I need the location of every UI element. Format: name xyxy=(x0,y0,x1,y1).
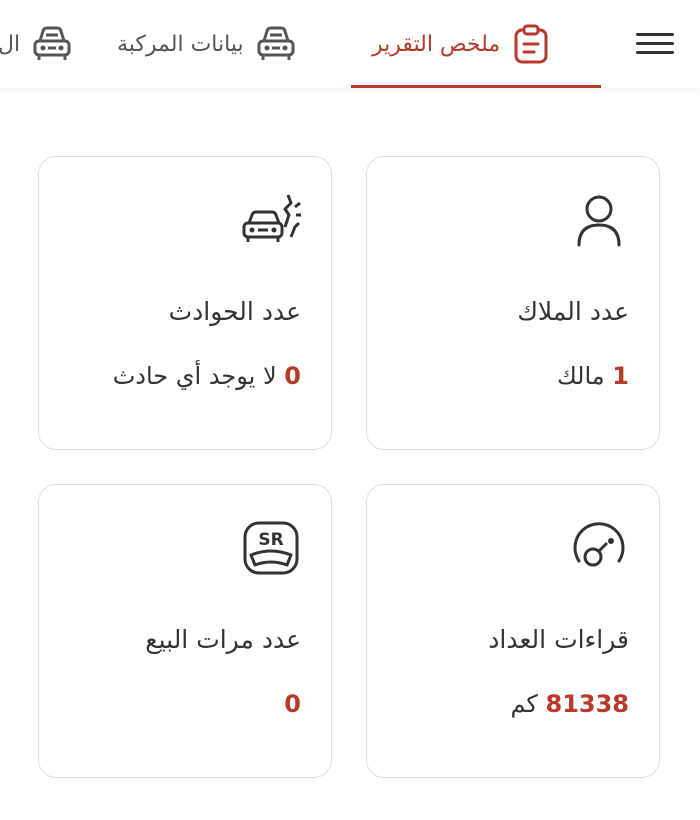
odometer-label: قراءات العداد xyxy=(488,625,629,654)
tab-label: ملخص التقرير xyxy=(372,31,501,57)
car-icon xyxy=(257,26,295,60)
tab-report-summary[interactable]: ملخص التقرير xyxy=(372,0,550,88)
odometer-icon xyxy=(573,522,625,567)
odometer-reading: 81338 xyxy=(545,690,630,718)
tab-label: بيانات المركبة xyxy=(117,31,244,57)
person-icon xyxy=(577,195,621,247)
sales-card: SR عدد مرات البيع 0 xyxy=(38,484,332,778)
accidents-count: 0 xyxy=(284,362,301,390)
tab-partial[interactable]: ال xyxy=(0,0,72,88)
owners-card: عدد الملاك 1 مالك xyxy=(366,156,660,450)
owners-label: عدد الملاك xyxy=(517,297,629,326)
odometer-card: قراءات العداد 81338 كم xyxy=(366,484,660,778)
accidents-label: عدد الحوادث xyxy=(168,297,301,326)
tab-label: ال xyxy=(0,31,21,57)
accidents-value: 0 لا يوجد أي حادث xyxy=(113,362,301,390)
active-tab-indicator xyxy=(351,85,601,88)
clipboard-icon xyxy=(514,24,548,64)
sales-label: عدد مرات البيع xyxy=(145,625,301,654)
tab-vehicle-data[interactable]: بيانات المركبة xyxy=(117,0,296,88)
odometer-unit: كم xyxy=(510,690,538,718)
accidents-card: عدد الحوادث 0 لا يوجد أي حادث xyxy=(38,156,332,450)
owners-suffix: مالك xyxy=(556,362,605,390)
sr-badge-text: SR xyxy=(258,530,283,550)
sr-badge-icon: SR xyxy=(243,521,299,575)
accidents-suffix: لا يوجد أي حادث xyxy=(112,362,277,390)
owners-count: 1 xyxy=(612,362,629,390)
car-crash-icon xyxy=(242,194,301,242)
top-navigation-bar: ملخص التقرير بيانات المركبة ال xyxy=(0,0,700,88)
odometer-value: 81338 كم xyxy=(510,690,629,718)
hamburger-menu-icon[interactable] xyxy=(636,30,674,58)
owners-value: 1 مالك xyxy=(557,362,629,390)
car-icon xyxy=(33,26,71,60)
sales-value: 0 xyxy=(284,690,301,718)
sales-count: 0 xyxy=(284,690,301,718)
